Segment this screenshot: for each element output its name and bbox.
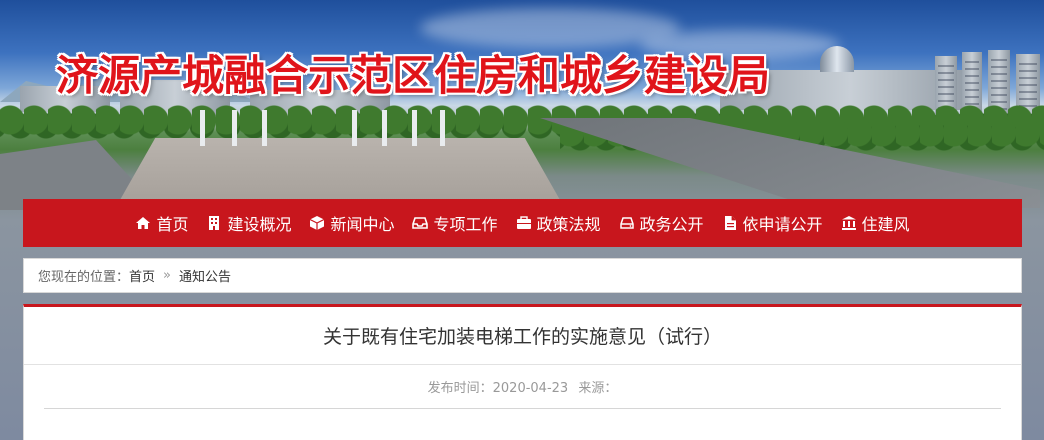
article-source: 来源： bbox=[578, 381, 618, 396]
main-nav: 首页 建设概况 新闻中心 专项工作 政策法规 政务公开 依申请公开 住建风 bbox=[23, 199, 1022, 247]
article-meta: 发布时间：2020-04-23 来源： bbox=[24, 377, 1021, 396]
article-publish-date: 发布时间：2020-04-23 bbox=[427, 381, 569, 396]
site-title: 济源产城融合示范区住房和城乡建设局 bbox=[56, 51, 771, 100]
inbox-icon bbox=[412, 215, 429, 231]
building-dome bbox=[820, 46, 854, 72]
pillar bbox=[262, 110, 267, 146]
nav-item-label: 政务公开 bbox=[639, 215, 704, 234]
breadcrumb-home-link[interactable]: 首页 bbox=[129, 266, 155, 285]
pillar bbox=[440, 110, 445, 146]
breadcrumb-separator: » bbox=[163, 268, 171, 283]
pillar bbox=[352, 110, 357, 146]
nav-item-policies[interactable]: 政策法规 bbox=[516, 211, 601, 235]
drive-icon bbox=[619, 215, 635, 231]
nav-item-special-work[interactable]: 专项工作 bbox=[412, 211, 498, 235]
nav-item-construction-overview[interactable]: 建设概况 bbox=[206, 211, 291, 235]
home-icon bbox=[135, 215, 151, 231]
file-icon bbox=[722, 215, 738, 231]
nav-item-news-center[interactable]: 新闻中心 bbox=[309, 211, 394, 235]
nav-item-government-affairs[interactable]: 政务公开 bbox=[619, 211, 704, 235]
nav-item-label: 住建风 bbox=[861, 215, 910, 234]
pillar bbox=[412, 110, 417, 146]
pillar bbox=[382, 110, 387, 146]
pillar bbox=[200, 110, 205, 146]
nav-item-housing-style[interactable]: 住建风 bbox=[841, 211, 910, 235]
breadcrumb-current-link[interactable]: 通知公告 bbox=[179, 266, 231, 285]
article-divider bbox=[44, 408, 1001, 409]
institution-icon bbox=[841, 215, 857, 231]
nav-item-label: 首页 bbox=[156, 215, 189, 234]
nav-item-label: 建设概况 bbox=[227, 215, 292, 234]
nav-item-disclosure-request[interactable]: 依申请公开 bbox=[722, 211, 823, 235]
plaza bbox=[120, 138, 560, 200]
briefcase-icon bbox=[516, 215, 532, 231]
breadcrumb: 您现在的位置： 首页 » 通知公告 bbox=[23, 258, 1022, 293]
nav-item-home[interactable]: 首页 bbox=[135, 211, 188, 235]
nav-item-label: 政策法规 bbox=[536, 215, 601, 234]
article-panel: 关于既有住宅加装电梯工作的实施意见（试行） 发布时间：2020-04-23 来源… bbox=[23, 304, 1022, 440]
building-icon bbox=[206, 215, 222, 231]
pillar bbox=[232, 110, 237, 146]
article-title: 关于既有住宅加装电梯工作的实施意见（试行） bbox=[24, 307, 1021, 365]
nav-item-label: 依申请公开 bbox=[742, 215, 823, 234]
cube-icon bbox=[309, 215, 325, 231]
nav-item-label: 新闻中心 bbox=[330, 215, 395, 234]
nav-item-label: 专项工作 bbox=[433, 215, 498, 234]
breadcrumb-prefix: 您现在的位置： bbox=[38, 270, 130, 285]
